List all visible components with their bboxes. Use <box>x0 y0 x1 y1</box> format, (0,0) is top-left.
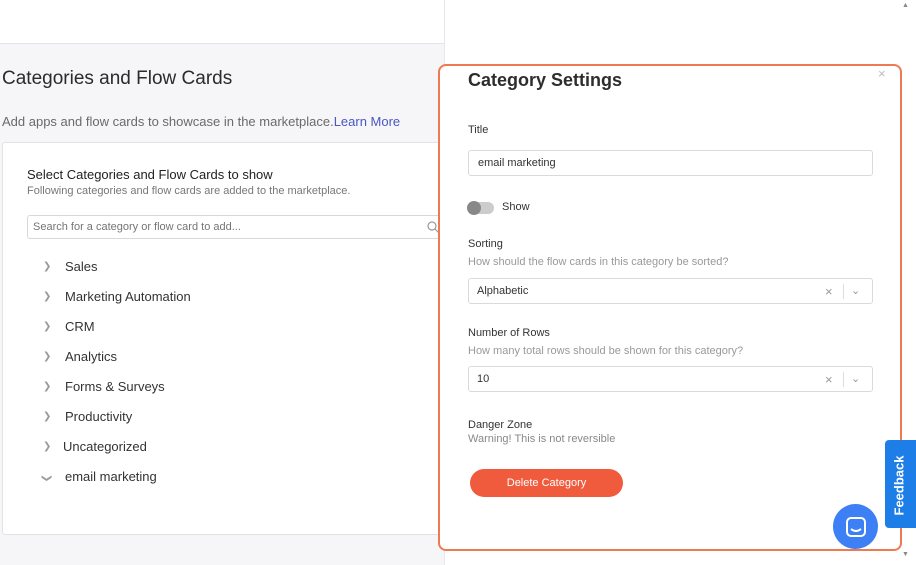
category-item[interactable]: ❯ Marketing Automation <box>43 281 191 311</box>
card-title: Select Categories and Flow Cards to show <box>27 167 273 182</box>
category-item[interactable]: ❯ Uncategorized <box>43 431 191 461</box>
rows-select[interactable]: 10 × ⌄ <box>468 366 873 392</box>
page-subtitle: Add apps and flow cards to showcase in t… <box>2 114 400 129</box>
category-label: Sales <box>65 258 98 274</box>
chevron-right-icon[interactable]: ❯ <box>43 381 65 392</box>
chevron-right-icon[interactable]: ❯ <box>43 321 65 332</box>
category-label: Analytics <box>65 348 118 364</box>
category-item[interactable]: ❯ Sales <box>43 251 191 281</box>
category-label: Marketing Automation <box>65 288 191 304</box>
sorting-hint: How should the flow cards in this catego… <box>468 256 729 268</box>
chevron-right-icon[interactable]: ❯ <box>43 261 65 272</box>
select-divider <box>843 372 844 387</box>
category-list: ❯ Sales ❯ Marketing Automation ❯ CRM ❯ Analy… <box>41 251 191 491</box>
feedback-label: Feedback <box>891 455 907 516</box>
scroll-down-arrow-icon[interactable]: ▼ <box>902 551 909 558</box>
category-settings-panel: × Category Settings Title Show Sorting H… <box>438 64 902 551</box>
feedback-tab[interactable]: Feedback <box>885 440 916 528</box>
rows-value: 10 <box>477 373 490 385</box>
select-divider <box>843 284 844 299</box>
title-field[interactable] <box>468 150 873 176</box>
top-strip <box>0 0 444 44</box>
rows-label: Number of Rows <box>468 327 550 339</box>
category-item[interactable]: ❯ CRM <box>43 311 191 341</box>
chevron-right-icon[interactable]: ❯ <box>43 351 65 362</box>
clear-icon[interactable]: × <box>825 372 833 387</box>
danger-zone-hint: Warning! This is not reversible <box>468 433 616 445</box>
scroll-up-arrow-icon[interactable]: ▲ <box>902 2 909 9</box>
category-item[interactable]: ❯ Forms & Surveys <box>43 371 191 401</box>
show-toggle[interactable] <box>467 201 494 215</box>
chevron-down-icon[interactable]: ⌄ <box>851 284 860 297</box>
category-label: email marketing <box>65 468 157 484</box>
toggle-knob <box>467 201 481 215</box>
chevron-down-icon[interactable]: ⌄ <box>851 372 860 385</box>
settings-title: Category Settings <box>468 70 623 90</box>
category-item[interactable]: ❯ email marketing <box>41 461 191 491</box>
chat-launcher-button[interactable] <box>833 504 878 549</box>
sorting-select[interactable]: Alphabetic × ⌄ <box>468 278 873 304</box>
learn-more-link[interactable]: Learn More <box>334 114 400 129</box>
page-title: Categories and Flow Cards <box>2 68 233 89</box>
card-subtitle: Following categories and flow cards are … <box>27 185 351 197</box>
category-item[interactable]: ❯ Analytics <box>43 341 191 371</box>
category-item[interactable]: ❯ Productivity <box>43 401 191 431</box>
chevron-right-icon[interactable]: ❯ <box>43 441 65 452</box>
chevron-right-icon[interactable]: ❯ <box>43 411 65 422</box>
sorting-value: Alphabetic <box>477 285 529 297</box>
category-label: Forms & Surveys <box>65 378 165 394</box>
sorting-label: Sorting <box>468 238 503 250</box>
page-subtitle-text: Add apps and flow cards to showcase in t… <box>2 114 334 129</box>
show-label: Show <box>502 201 530 213</box>
close-icon[interactable]: × <box>878 66 886 81</box>
title-label: Title <box>468 124 489 136</box>
clear-icon[interactable]: × <box>825 284 833 299</box>
chevron-right-icon[interactable]: ❯ <box>43 291 65 302</box>
category-search-input[interactable] <box>27 215 447 239</box>
chat-icon <box>845 516 866 537</box>
danger-zone-label: Danger Zone <box>468 419 533 431</box>
category-label: Uncategorized <box>63 438 147 454</box>
delete-category-button[interactable]: Delete Category <box>470 469 623 497</box>
category-label: CRM <box>65 318 95 334</box>
categories-card: Select Categories and Flow Cards to show… <box>2 142 452 535</box>
chevron-down-icon[interactable]: ❯ <box>41 474 52 496</box>
rows-hint: How many total rows should be shown for … <box>468 345 744 357</box>
category-label: Productivity <box>65 408 133 424</box>
